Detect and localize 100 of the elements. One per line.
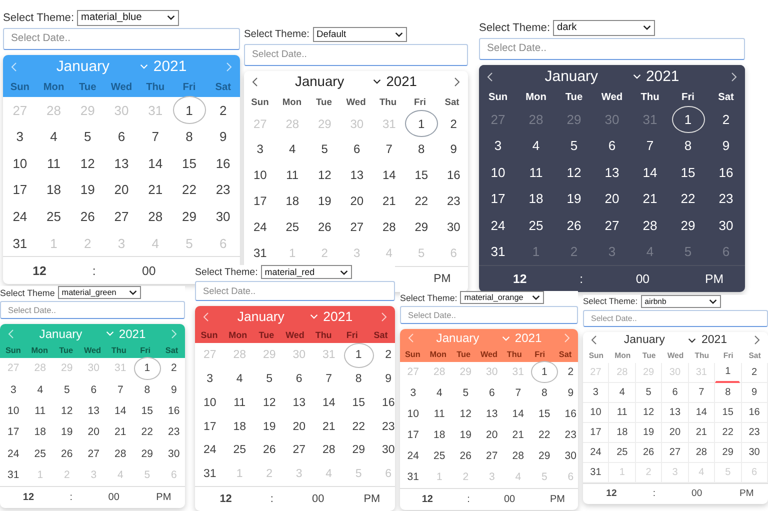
day-cell[interactable]: 31 (3, 229, 37, 257)
day-cell[interactable]: 29 (172, 202, 206, 230)
theme-select[interactable]: material_orange (460, 291, 544, 304)
day-cell[interactable]: 15 (172, 149, 206, 178)
day-cell[interactable]: 2 (710, 106, 742, 134)
day-cell[interactable]: 28 (634, 211, 666, 239)
day-cell[interactable]: 3 (195, 366, 225, 392)
day-cell[interactable]: 4 (426, 382, 452, 404)
day-cell[interactable]: 30 (558, 445, 578, 468)
day-cell[interactable]: 21 (138, 176, 172, 204)
day-cell[interactable]: 11 (426, 403, 452, 426)
day-cell[interactable]: 7 (373, 136, 406, 163)
day-cell[interactable]: 31 (583, 462, 608, 483)
day-cell[interactable]: 5 (254, 366, 284, 392)
day-cell[interactable]: 20 (284, 414, 314, 440)
day-cell[interactable]: 9 (558, 382, 578, 404)
date-input-field[interactable]: Select Date.. (0, 301, 185, 320)
day-cell[interactable]: 23 (710, 184, 742, 212)
day-cell[interactable]: 12 (636, 402, 662, 423)
day-cell[interactable]: 7 (688, 382, 714, 403)
day-cell[interactable]: 12 (71, 149, 104, 178)
theme-select[interactable]: Default (312, 27, 407, 42)
day-cell[interactable]: 21 (107, 421, 134, 444)
minute-field[interactable]: 00 (108, 492, 120, 504)
day-cell[interactable]: 5 (452, 382, 479, 404)
day-cell[interactable]: 23 (160, 421, 185, 444)
day-cell[interactable]: 27 (284, 438, 314, 463)
day-cell[interactable]: 19 (452, 424, 479, 446)
day-cell[interactable]: 28 (138, 202, 172, 230)
theme-select[interactable]: material_blue (77, 10, 179, 26)
day-cell[interactable]: 26 (452, 445, 479, 468)
day-cell[interactable]: 12 (452, 403, 479, 426)
day-cell[interactable]: 7 (107, 378, 134, 401)
day-cell[interactable]: 14 (688, 402, 714, 423)
next-month-icon[interactable] (754, 335, 760, 346)
day-cell[interactable]: 30 (374, 438, 395, 463)
day-cell[interactable]: 17 (244, 188, 276, 215)
day-cell[interactable]: 8 (172, 122, 206, 151)
day-cell[interactable]: 10 (482, 158, 514, 186)
year-field[interactable]: 2021 (386, 74, 417, 90)
day-cell[interactable]: 25 (224, 438, 254, 463)
theme-select[interactable]: material_green (58, 286, 142, 300)
day-cell[interactable]: 27 (478, 445, 505, 468)
minute-field[interactable]: 00 (636, 272, 650, 286)
day-cell[interactable]: 6 (478, 382, 505, 404)
theme-select[interactable]: dark (553, 20, 655, 36)
am-pm-toggle[interactable]: PM (740, 488, 754, 500)
day-cell[interactable]: 12 (54, 400, 80, 422)
day-cell[interactable]: 14 (505, 403, 532, 426)
date-input-field[interactable]: Select Date.. (3, 28, 240, 50)
day-cell[interactable]: 12 (308, 162, 341, 189)
day-cell[interactable]: 4 (520, 132, 552, 160)
minute-field[interactable]: 00 (692, 488, 702, 500)
day-cell[interactable]: 7 (505, 382, 532, 404)
day-cell[interactable]: 16 (558, 403, 578, 426)
day-cell[interactable]: 17 (482, 184, 514, 212)
day-cell[interactable]: 5 (558, 132, 590, 160)
day-cell[interactable]: 20 (662, 422, 688, 443)
day-cell[interactable]: 6 (340, 136, 373, 163)
day-cell[interactable]: 20 (104, 176, 138, 204)
day-cell[interactable]: 16 (710, 158, 742, 186)
day-cell[interactable]: 15 (344, 390, 374, 416)
day-cell[interactable]: 28 (505, 445, 532, 468)
day-cell[interactable]: 18 (37, 176, 70, 204)
day-cell[interactable]: 30 (710, 211, 742, 239)
day-cell[interactable]: 5 (71, 122, 104, 151)
day-cell[interactable]: 23 (742, 422, 767, 443)
day-cell[interactable]: 17 (400, 424, 426, 446)
hour-field[interactable]: 12 (606, 488, 617, 500)
day-cell[interactable]: 1 (344, 342, 374, 368)
day-cell[interactable]: 27 (340, 213, 373, 240)
day-cell[interactable]: 19 (636, 422, 662, 443)
day-cell[interactable]: 17 (583, 422, 608, 443)
day-cell[interactable]: 13 (662, 402, 688, 423)
day-cell[interactable]: 1 (715, 362, 740, 383)
day-cell[interactable]: 29 (344, 438, 374, 463)
day-cell[interactable]: 3 (3, 122, 37, 151)
day-cell[interactable]: 2 (558, 361, 578, 384)
day-cell[interactable]: 24 (244, 213, 276, 240)
day-cell[interactable]: 13 (284, 390, 314, 416)
am-pm-toggle[interactable]: PM (156, 492, 172, 504)
day-cell[interactable]: 7 (314, 366, 344, 392)
previous-month-icon[interactable] (591, 335, 597, 346)
day-cell[interactable]: 11 (26, 400, 54, 422)
day-cell[interactable]: 21 (373, 188, 406, 215)
next-month-icon[interactable] (454, 76, 460, 87)
day-cell[interactable]: 24 (0, 442, 27, 466)
day-cell[interactable]: 28 (107, 442, 134, 466)
day-cell[interactable]: 26 (558, 211, 590, 239)
day-cell[interactable]: 22 (134, 421, 160, 444)
day-cell[interactable]: 17 (195, 414, 225, 440)
day-cell[interactable]: 2 (742, 362, 767, 383)
day-cell[interactable]: 11 (37, 149, 70, 178)
day-cell[interactable]: 2 (438, 110, 468, 138)
day-cell[interactable]: 12 (558, 158, 590, 186)
day-cell[interactable]: 1 (172, 96, 206, 124)
day-cell[interactable]: 7 (138, 122, 172, 151)
day-cell[interactable]: 8 (672, 132, 704, 160)
day-cell[interactable]: 8 (344, 366, 374, 392)
day-cell[interactable]: 24 (400, 445, 426, 468)
